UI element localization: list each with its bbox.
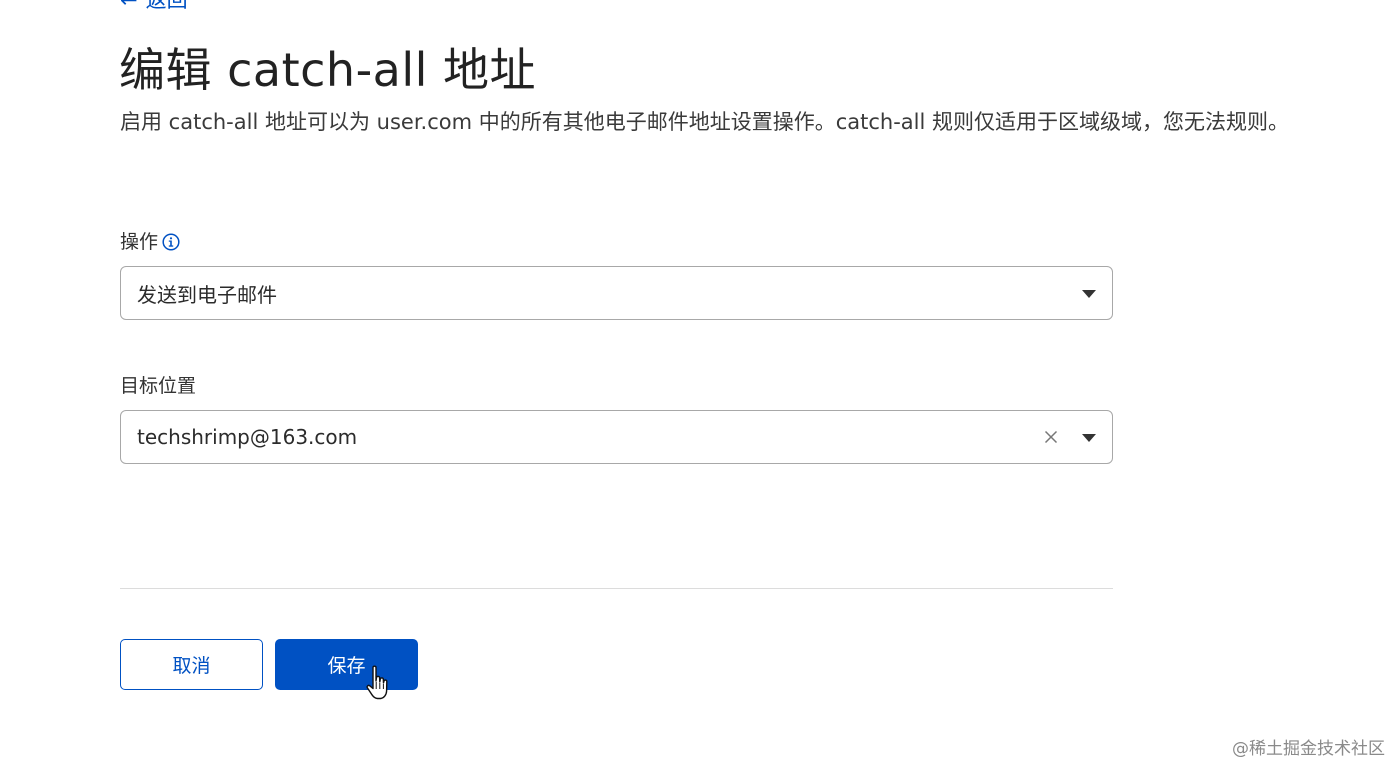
action-field-label: 操作 [120,229,180,255]
chevron-down-icon[interactable] [1082,290,1096,298]
destination-select[interactable]: techshrimp@163.com [120,410,1113,464]
chevron-down-icon[interactable] [1082,434,1096,442]
watermark: @稀土掘金技术社区 [1232,739,1385,759]
action-select[interactable]: 发送到电子邮件 [120,266,1113,320]
destination-field-label: 目标位置 [120,373,196,399]
edit-catch-all-page: ← 返回 编辑 catch-all 地址 启用 catch-all 地址可以为 u… [0,0,1393,765]
form-divider [120,588,1113,589]
back-link-label: 返回 [145,0,188,12]
destination-select-value: techshrimp@163.com [137,425,358,449]
cancel-button[interactable]: 取消 [120,639,263,690]
page-title: 编辑 catch-all 地址 [119,43,537,97]
back-link[interactable]: ← 返回 [120,0,188,14]
action-select-value: 发送到电子邮件 [137,282,277,307]
destination-label-text: 目标位置 [120,375,197,397]
action-label-text: 操作 [120,231,159,253]
save-button[interactable]: 保存 [275,639,418,690]
page-description: 启用 catch-all 地址可以为 user.com 中的所有其他电子邮件地址… [120,110,1290,134]
hand-cursor-icon [366,665,388,700]
clear-icon[interactable] [1042,428,1060,446]
back-arrow-icon: ← [120,0,138,12]
info-icon[interactable] [162,233,180,251]
